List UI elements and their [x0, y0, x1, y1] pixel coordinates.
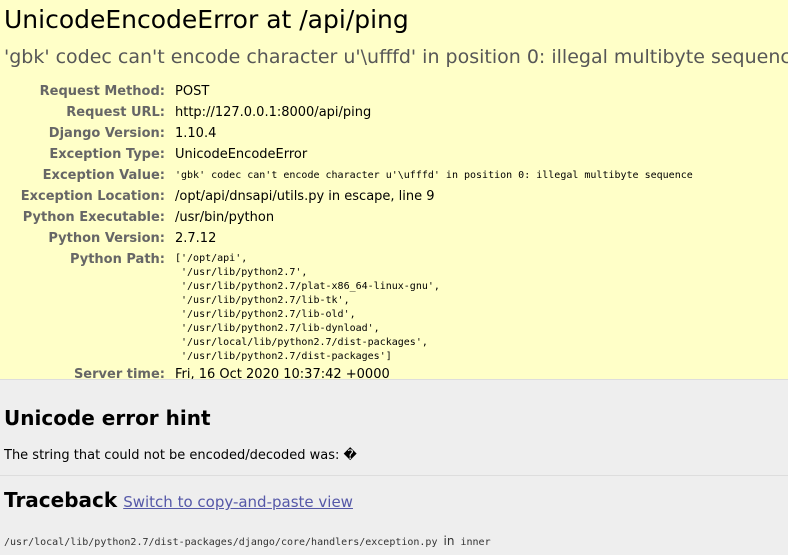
meta-row-exception-location: Exception Location: /opt/api/dnsapi/util…	[4, 186, 693, 207]
meta-row-python-version: Python Version: 2.7.12	[4, 228, 693, 249]
meta-table: Request Method: POST Request URL: http:/…	[4, 81, 693, 380]
meta-row-exception-type: Exception Type: UnicodeEncodeError	[4, 144, 693, 165]
meta-label: Python Executable:	[22, 210, 165, 225]
meta-label: Request URL:	[66, 105, 165, 120]
meta-value: /usr/bin/python	[175, 210, 275, 225]
meta-value: 1.10.4	[175, 126, 217, 141]
meta-value: 2.7.12	[175, 231, 217, 246]
meta-value: UnicodeEncodeError	[175, 147, 308, 162]
meta-value: http://127.0.0.1:8000/api/ping	[175, 105, 372, 120]
meta-value: /opt/api/dnsapi/utils.py in escape, line…	[175, 189, 435, 204]
unicode-hint-heading: Unicode error hint	[4, 406, 211, 430]
exception-value-heading: 'gbk' codec can't encode character u'\uf…	[4, 46, 788, 68]
unicode-hint-section: Unicode error hint The string that could…	[0, 397, 788, 476]
meta-value: ['/opt/api', '/usr/lib/python2.7', '/usr…	[175, 253, 440, 362]
meta-label: Python Path:	[69, 252, 165, 267]
meta-row-request-url: Request URL: http://127.0.0.1:8000/api/p…	[4, 102, 693, 123]
switch-copy-paste-link[interactable]: Switch to copy-and-paste view	[123, 489, 353, 515]
unicode-hint-text: The string that could not be encoded/dec…	[4, 448, 357, 463]
meta-row-request-method: Request Method: POST	[4, 81, 693, 102]
meta-row-python-executable: Python Executable: /usr/bin/python	[4, 207, 693, 228]
meta-value: Fri, 16 Oct 2020 10:37:42 +0000	[175, 367, 390, 380]
meta-label: Exception Value:	[42, 168, 165, 183]
error-summary: UnicodeEncodeError at /api/ping 'gbk' co…	[0, 0, 788, 380]
meta-value: 'gbk' codec can't encode character u'\uf…	[175, 170, 693, 181]
meta-label: Exception Location:	[20, 189, 165, 204]
meta-row-server-time: Server time: Fri, 16 Oct 2020 10:37:42 +…	[4, 364, 693, 380]
meta-label: Python Version:	[48, 231, 165, 246]
meta-label: Request Method:	[39, 84, 165, 99]
frame-function: inner	[460, 537, 491, 548]
meta-label: Server time:	[73, 367, 165, 380]
traceback-frame[interactable]: /usr/local/lib/python2.7/dist-packages/d…	[4, 534, 784, 550]
page-title: UnicodeEncodeError at /api/ping	[4, 5, 409, 34]
meta-row-django-version: Django Version: 1.10.4	[4, 123, 693, 144]
meta-label: Django Version:	[48, 126, 165, 141]
traceback-header: Traceback Switch to copy-and-paste view	[4, 487, 784, 515]
traceback-section: Traceback Switch to copy-and-paste view …	[0, 477, 788, 555]
traceback-heading: Traceback	[4, 488, 118, 512]
meta-value: POST	[175, 84, 210, 99]
frame-file: /usr/local/lib/python2.7/dist-packages/d…	[4, 537, 438, 548]
frame-in-word: in	[443, 534, 455, 548]
meta-label: Exception Type:	[49, 147, 165, 162]
meta-row-exception-value: Exception Value: 'gbk' codec can't encod…	[4, 165, 693, 186]
meta-row-python-path: Python Path: ['/opt/api', '/usr/lib/pyth…	[4, 249, 693, 364]
